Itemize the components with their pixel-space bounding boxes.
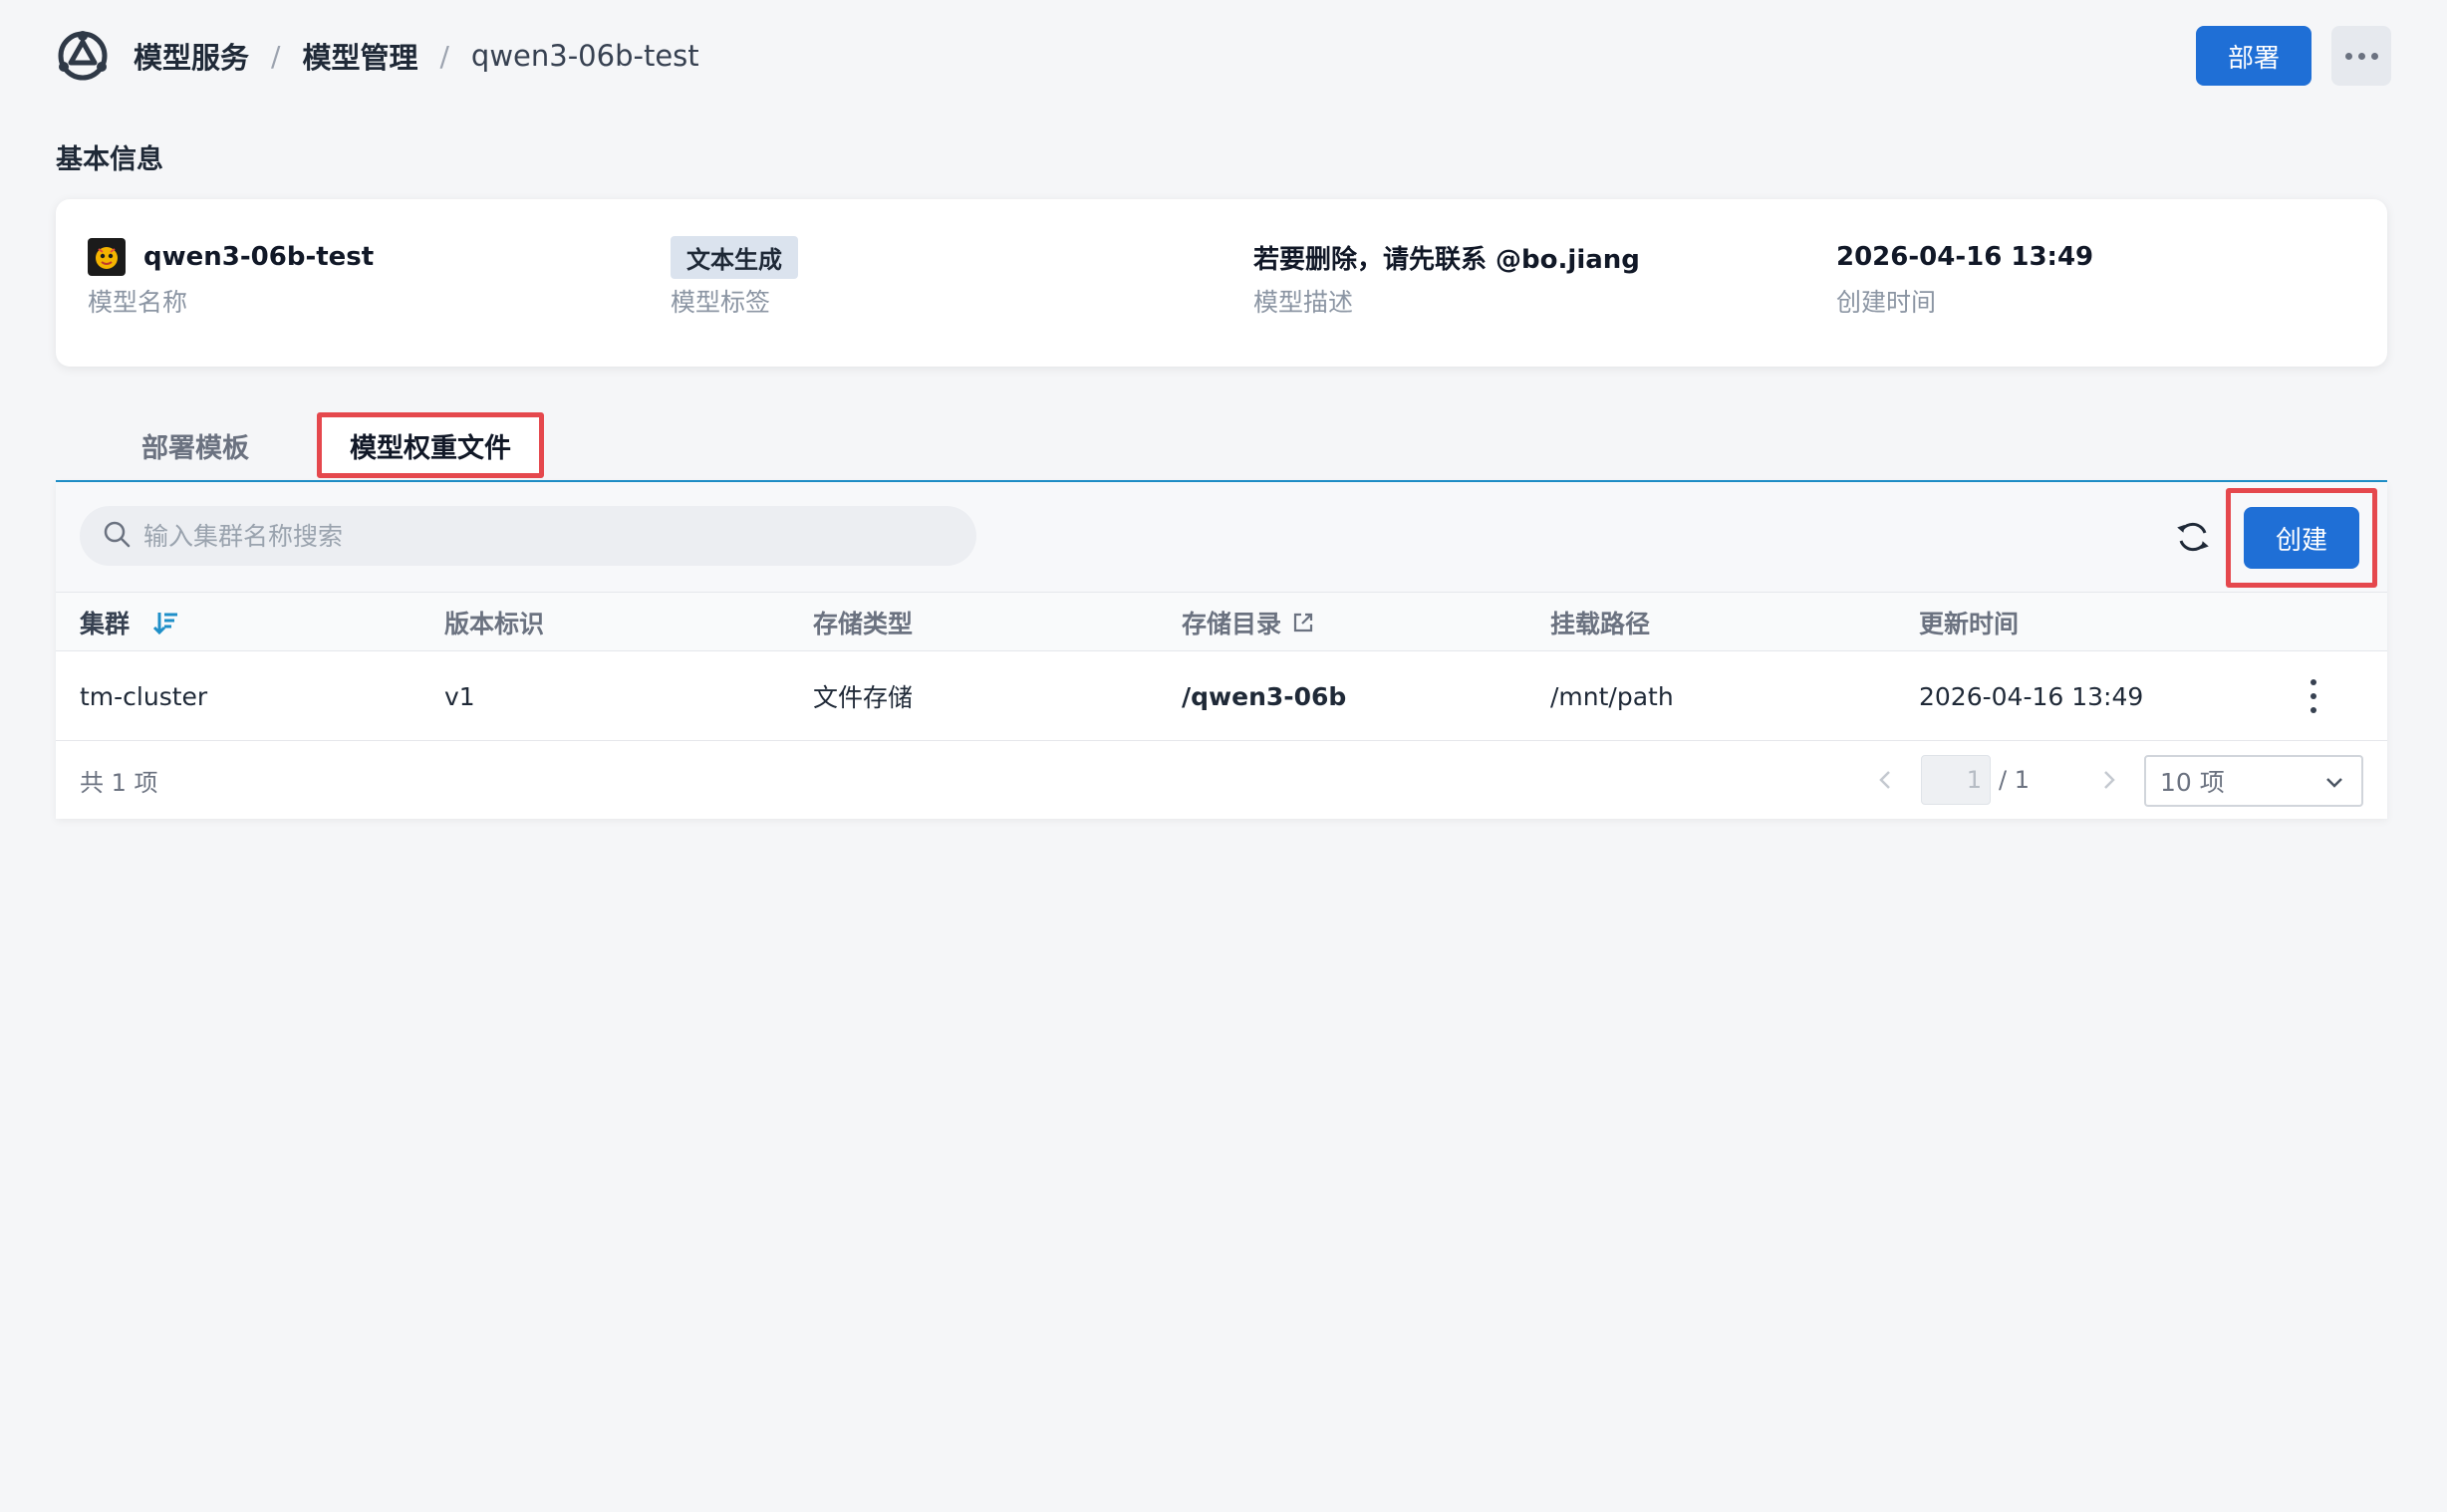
column-header-storage-type: 存储类型: [813, 610, 914, 638]
section-title: 基本信息: [56, 144, 163, 175]
tab-model-weights[interactable]: 模型权重文件: [317, 412, 544, 478]
breadcrumb-separator: /: [439, 39, 449, 73]
cell-version: v1: [444, 681, 475, 711]
model-name-label: 模型名称: [88, 288, 188, 317]
cell-updated-time: 2026-04-16 13:49: [1919, 681, 2144, 711]
tab-deploy-templates[interactable]: 部署模板: [106, 412, 285, 478]
tab-bar: 部署模板 模型权重文件: [56, 406, 2387, 482]
page-header: 模型服务 / 模型管理 / qwen3-06b-test 部署: [56, 24, 2391, 88]
created-time-label: 创建时间: [1836, 288, 1937, 317]
row-more-icon[interactable]: [2306, 679, 2321, 713]
table-header: 集群 版本标识 存储类型 存储目录 挂载路径 更新时间: [56, 592, 2387, 651]
sort-icon[interactable]: [151, 609, 179, 636]
model-description-label: 模型描述: [1253, 288, 1354, 317]
dot-icon: [2357, 52, 2365, 60]
page-number-input[interactable]: 1: [1921, 755, 1991, 805]
more-actions-button[interactable]: [2331, 26, 2391, 86]
model-name-value: qwen3-06b-test: [143, 242, 375, 272]
breadcrumb: 模型服务 / 模型管理 / qwen3-06b-test: [134, 35, 699, 77]
total-pages: / 1: [1999, 766, 2030, 794]
cell-storage-dir[interactable]: /qwen3-06b: [1182, 651, 1346, 741]
column-header-mount-path: 挂载路径: [1550, 610, 1651, 638]
refresh-icon[interactable]: [2172, 516, 2214, 558]
info-created-time: 2026-04-16 13:49 创建时间: [1836, 237, 2093, 319]
model-tag-label: 模型标签: [671, 288, 771, 317]
page-size-value: 10 项: [2160, 768, 2225, 797]
external-link-icon[interactable]: [1291, 611, 1315, 634]
info-model-name: qwen3-06b-test 模型名称: [88, 237, 374, 319]
basic-info-card: qwen3-06b-test 模型名称 文本生成 模型标签 若要删除，请先联系 …: [56, 199, 2387, 367]
dot-icon: [2370, 52, 2378, 60]
next-page-icon[interactable]: [2089, 760, 2129, 800]
cell-cluster: tm-cluster: [80, 681, 208, 711]
total-count: 共 1 项: [80, 769, 158, 797]
chevron-down-icon: [2323, 771, 2345, 800]
deploy-button[interactable]: 部署: [2195, 26, 2311, 86]
created-time-value: 2026-04-16 13:49: [1836, 242, 2094, 272]
prev-page-icon[interactable]: [1865, 760, 1905, 800]
search-icon: [102, 519, 132, 553]
search-box[interactable]: [80, 506, 976, 566]
breadcrumb-model-management[interactable]: 模型管理: [302, 35, 417, 77]
info-model-tag: 文本生成 模型标签: [671, 235, 798, 319]
model-tag-badge: 文本生成: [671, 235, 798, 279]
search-input[interactable]: [143, 521, 960, 551]
table-footer: 共 1 项 1 / 1 10 项: [56, 741, 2387, 819]
column-header-updated-time: 更新时间: [1919, 610, 2020, 638]
breadcrumb-current: qwen3-06b-test: [470, 39, 699, 73]
breadcrumb-model-service[interactable]: 模型服务: [134, 35, 249, 77]
app-logo-icon[interactable]: [56, 29, 110, 83]
create-button[interactable]: 创建: [2243, 507, 2359, 569]
column-header-storage-dir: 存储目录: [1182, 593, 1315, 652]
cell-storage-type: 文件存储: [813, 683, 914, 712]
create-button-highlight: 创建: [2226, 488, 2377, 588]
dot-icon: [2344, 52, 2352, 60]
column-header-cluster[interactable]: 集群: [80, 593, 179, 652]
info-model-description: 若要删除，请先联系 @bo.jiang 模型描述: [1253, 237, 1640, 319]
model-description-value: 若要删除，请先联系 @bo.jiang: [1253, 244, 1640, 275]
table-row[interactable]: tm-cluster v1 文件存储 /qwen3-06b /mnt/path …: [56, 651, 2387, 741]
page-size-select[interactable]: 10 项: [2144, 755, 2363, 807]
column-header-version: 版本标识: [444, 610, 545, 638]
cell-mount-path: /mnt/path: [1550, 681, 1674, 711]
pagination: 1 / 1: [1865, 755, 2129, 805]
header-actions: 部署: [2195, 26, 2391, 86]
table-toolbar: 创建: [56, 482, 2387, 592]
model-avatar-icon: [88, 238, 126, 276]
weights-table-card: 创建 集群 版本标识 存储类型 存储目录: [56, 482, 2387, 819]
breadcrumb-separator: /: [271, 39, 281, 73]
